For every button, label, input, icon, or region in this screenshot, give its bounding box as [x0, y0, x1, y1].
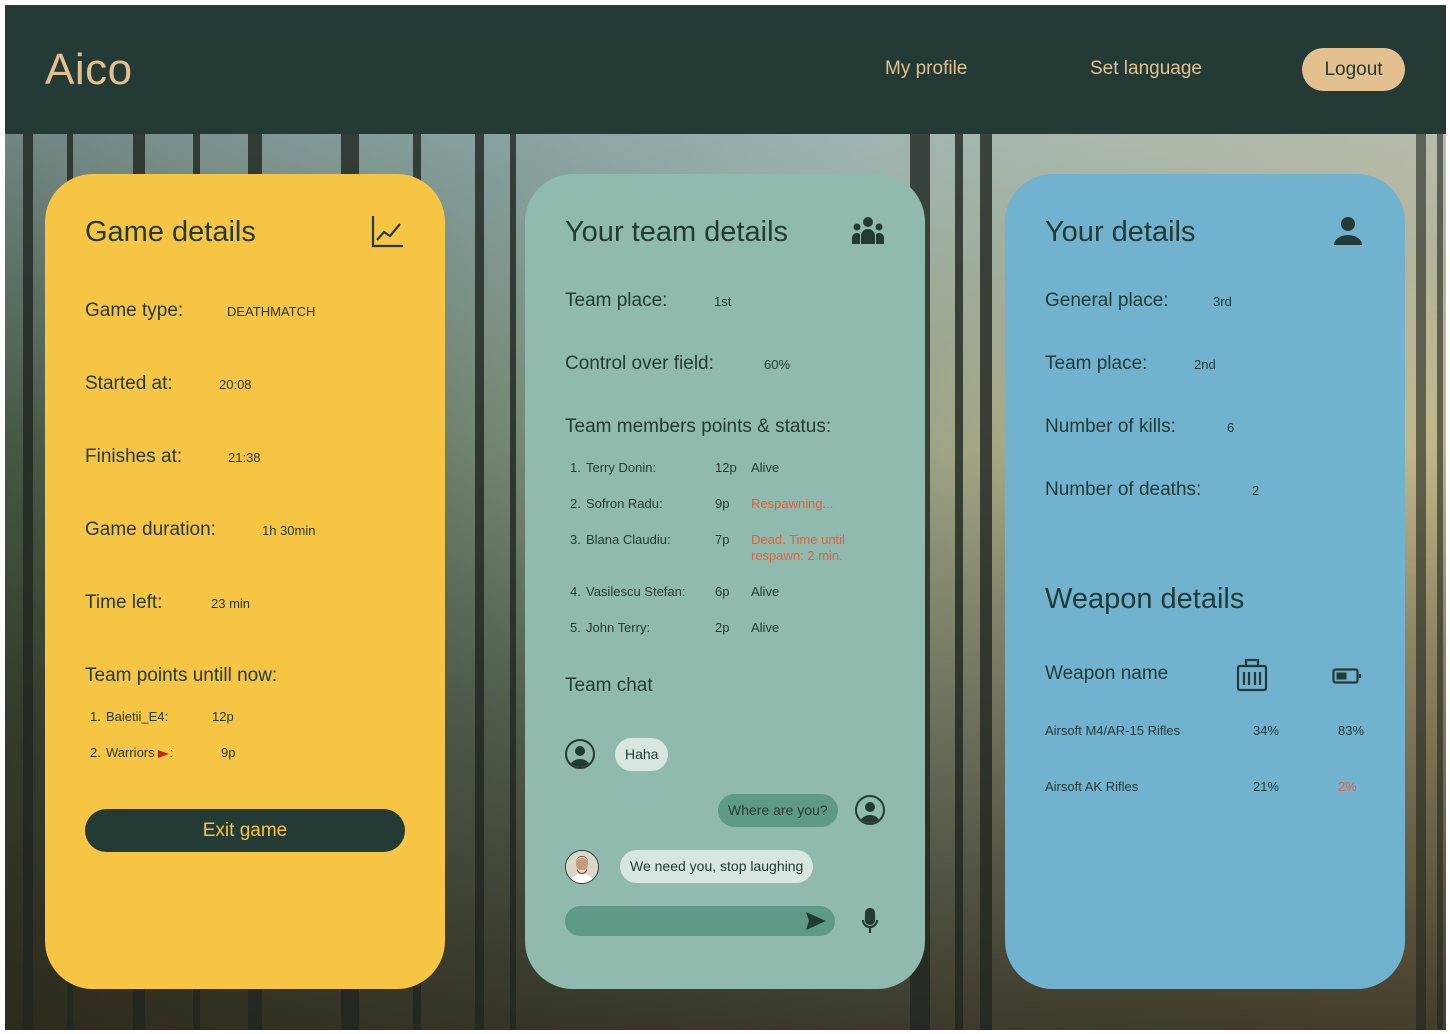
your-details-card: Your details General place: 3rd Team pla…: [1005, 174, 1405, 989]
member-name: Blana Claudiu:: [586, 532, 671, 547]
weapon-name-header: Weapon name: [1045, 663, 1169, 684]
team-place-value: 1st: [714, 294, 732, 309]
chat-message-incoming: Haha: [615, 738, 669, 771]
chart-line-icon: [371, 214, 405, 248]
general-place-label: General place:: [1045, 290, 1169, 311]
member-rank: 1.: [570, 460, 581, 475]
person-icon: [1331, 214, 1365, 248]
group-icon: [851, 214, 885, 248]
member-points: 6p: [715, 584, 730, 599]
member-points: 2p: [715, 620, 730, 635]
member-points: 12p: [715, 460, 737, 475]
team-points-value: 9p: [221, 745, 236, 760]
team-details-card: Your team details Team place: 1st Contro…: [525, 174, 925, 989]
finishes-at-label: Finishes at:: [85, 446, 183, 467]
game-duration-value: 1h 30min: [262, 523, 316, 538]
tree-trunk: [1416, 134, 1426, 1030]
member-name: John Terry:: [586, 620, 651, 635]
team-members-title: Team members points & status:: [565, 416, 832, 437]
chat-message-incoming: We need you, stop laughing: [620, 850, 814, 883]
member-points: 7p: [715, 532, 730, 547]
started-at-value: 20:08: [219, 377, 252, 392]
weapon-name: Airsoft M4/AR-15 Rifles: [1045, 723, 1181, 738]
team-points-title: Team points untill now:: [85, 665, 278, 686]
general-place-value: 3rd: [1213, 294, 1232, 309]
team-points-value: 12p: [212, 709, 234, 724]
game-details-title: Game details: [85, 216, 256, 248]
time-left-label: Time left:: [85, 592, 163, 613]
control-over-field-value: 60%: [764, 357, 791, 372]
team-points-suffix: :: [169, 745, 174, 760]
team-points-rank: 2.: [90, 745, 101, 760]
game-type-value: DEATHMATCH: [227, 304, 316, 319]
control-over-field-label: Control over field:: [565, 353, 714, 374]
logout-button[interactable]: Logout: [1302, 48, 1405, 91]
deaths-value: 2: [1252, 483, 1260, 498]
member-status-line2: respawn: 2 min.: [751, 548, 843, 563]
send-icon[interactable]: [804, 909, 828, 933]
member-rank: 5.: [570, 620, 581, 635]
member-name: Vasilescu Stefan:: [586, 584, 686, 599]
team-chat-title: Team chat: [565, 675, 653, 696]
member-status: Respawning...: [751, 496, 834, 511]
weapon-details-title: Weapon details: [1045, 583, 1245, 615]
set-language-link[interactable]: Set language: [1090, 58, 1202, 80]
team-details-title: Your team details: [565, 216, 789, 248]
ammo-icon: [1235, 658, 1269, 692]
chat-input[interactable]: [565, 906, 835, 936]
photo-avatar: [565, 850, 599, 884]
weapon-battery: 83%: [1338, 723, 1365, 738]
time-left-value: 23 min: [211, 596, 251, 611]
chat-message-outgoing: Where are you?: [718, 794, 838, 827]
your-details-title: Your details: [1045, 216, 1196, 248]
kills-value: 6: [1227, 420, 1235, 435]
user-avatar-icon: [855, 795, 885, 825]
tree-trunk: [23, 134, 33, 1030]
member-rank: 2.: [570, 496, 581, 511]
deaths-label: Number of deaths:: [1045, 479, 1202, 500]
member-points: 9p: [715, 496, 730, 511]
logo: Aico: [45, 45, 133, 94]
weapon-ammo: 21%: [1253, 779, 1280, 794]
weapon-battery: 2%: [1338, 779, 1357, 794]
top-bar: Aico My profile Set language Logout: [5, 5, 1446, 134]
kills-label: Number of kills:: [1045, 416, 1176, 437]
member-name: Sofron Radu:: [586, 496, 663, 511]
app-frame: Aico My profile Set language Logout Game…: [5, 5, 1446, 1030]
tree-trunk: [980, 134, 992, 1030]
battery-icon: [1332, 668, 1362, 684]
member-status: Alive: [751, 460, 780, 475]
member-rank: 4.: [570, 584, 581, 599]
weapon-name: Airsoft AK Rifles: [1045, 779, 1139, 794]
team-place-label: Team place:: [565, 290, 668, 311]
flag-icon: [157, 749, 169, 758]
tree-trunk: [1437, 134, 1443, 1030]
finishes-at-value: 21:38: [228, 450, 261, 465]
your-team-place-label: Team place:: [1045, 353, 1148, 374]
tree-trunk: [475, 134, 484, 1030]
tree-trunk: [510, 134, 516, 1030]
your-team-place-value: 2nd: [1194, 357, 1216, 372]
member-status: Alive: [751, 620, 780, 635]
member-status: Alive: [751, 584, 780, 599]
weapon-ammo: 34%: [1253, 723, 1280, 738]
member-name: Terry Donin:: [586, 460, 657, 475]
tree-trunk: [955, 134, 963, 1030]
game-details-card: Game details Game type: DEATHMATCH Start…: [45, 174, 445, 989]
game-type-label: Game type:: [85, 300, 184, 321]
team-points-name-row: Warriors:: [106, 745, 173, 760]
user-avatar-icon: [565, 739, 595, 769]
game-duration-label: Game duration:: [85, 519, 216, 540]
team-points-rank: 1.: [90, 709, 101, 724]
member-status: Dead. Time until: [751, 532, 845, 547]
team-points-name: Baietii_E4:: [106, 709, 169, 724]
my-profile-link[interactable]: My profile: [885, 58, 967, 80]
team-points-name: Warriors: [106, 745, 155, 760]
member-rank: 3.: [570, 532, 581, 547]
started-at-label: Started at:: [85, 373, 173, 394]
microphone-icon[interactable]: [860, 907, 880, 935]
exit-game-button[interactable]: Exit game: [85, 809, 405, 852]
